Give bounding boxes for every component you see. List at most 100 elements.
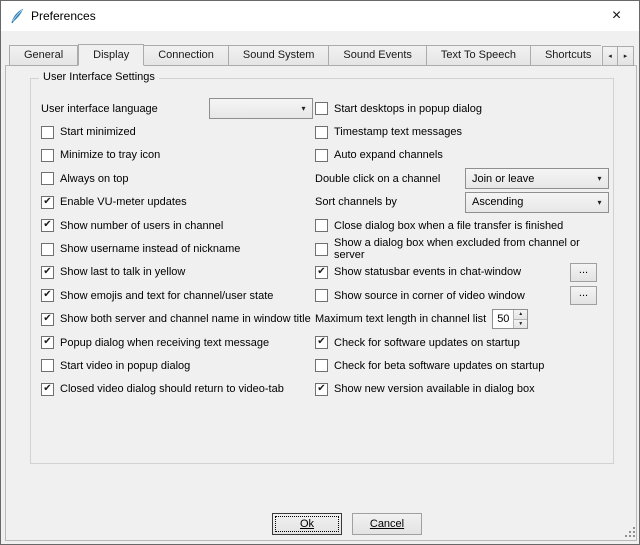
spinner-buttons: ▲ ▼ xyxy=(513,310,527,328)
checkbox-desktops-popup[interactable]: ✔ Start desktops in popup dialog xyxy=(315,97,609,120)
checkbox-statusbar-events[interactable]: ✔ Show statusbar events in chat-window .… xyxy=(315,261,609,284)
checkbox-box[interactable]: ✔ xyxy=(315,149,328,162)
ok-button[interactable]: Ok xyxy=(272,513,342,535)
checkbox-box[interactable]: ✔ xyxy=(315,336,328,349)
check-icon: ✔ xyxy=(43,384,51,394)
checkbox-label: Popup dialog when receiving text message xyxy=(60,337,269,349)
checkbox-last-talk-yellow[interactable]: ✔ Show last to talk in yellow xyxy=(41,261,313,284)
checkbox-show-user-count[interactable]: ✔ Show number of users in channel xyxy=(41,214,313,237)
double-click-select[interactable]: Join or leave ▾ xyxy=(465,168,609,189)
titlebar[interactable]: Preferences × xyxy=(1,1,639,31)
checkbox-server-channel-title[interactable]: ✔ Show both server and channel name in w… xyxy=(41,308,313,331)
spin-up-icon[interactable]: ▲ xyxy=(514,310,527,320)
checkbox-label: Show emojis and text for channel/user st… xyxy=(60,290,273,302)
checkbox-box[interactable]: ✔ xyxy=(315,102,328,115)
checkbox-box[interactable]: ✔ xyxy=(315,359,328,372)
statusbar-events-more-button[interactable]: ... xyxy=(570,263,597,282)
checkbox-start-video-popup[interactable]: ✔ Start video in popup dialog xyxy=(41,354,313,377)
sort-channels-label: Sort channels by xyxy=(315,196,397,208)
checkbox-box[interactable]: ✔ xyxy=(41,266,54,279)
check-icon: ✔ xyxy=(317,384,325,394)
tab-display[interactable]: Display xyxy=(78,44,144,66)
language-select[interactable]: ▾ xyxy=(209,98,313,119)
checkbox-label: Start video in popup dialog xyxy=(60,360,190,372)
tab-panel-display: User Interface Settings User interface l… xyxy=(5,65,637,541)
checkbox-box[interactable]: ✔ xyxy=(41,243,54,256)
checkbox-box[interactable]: ✔ xyxy=(41,289,54,302)
preferences-dialog: Preferences × General Display Connection… xyxy=(0,0,640,545)
checkbox-closed-video-return[interactable]: ✔ Closed video dialog should return to v… xyxy=(41,378,313,401)
check-icon: ✔ xyxy=(43,314,51,324)
checkbox-box[interactable]: ✔ xyxy=(315,266,328,279)
checkbox-box[interactable]: ✔ xyxy=(315,289,328,302)
checkbox-box[interactable]: ✔ xyxy=(41,126,54,139)
language-row: User interface language ▾ xyxy=(41,97,313,120)
checkbox-label: Show number of users in channel xyxy=(60,220,223,232)
tab-scroll-left-icon[interactable]: ◂ xyxy=(602,46,618,66)
right-column: ✔ Start desktops in popup dialog ✔ Times… xyxy=(315,97,609,401)
checkbox-box[interactable]: ✔ xyxy=(41,313,54,326)
checkbox-box[interactable]: ✔ xyxy=(41,149,54,162)
checkbox-beta-updates[interactable]: ✔ Check for beta software updates on sta… xyxy=(315,354,609,377)
spin-down-icon[interactable]: ▼ xyxy=(514,320,527,329)
checkbox-excluded-dialog[interactable]: ✔ Show a dialog box when excluded from c… xyxy=(315,237,609,260)
checkbox-timestamp-messages[interactable]: ✔ Timestamp text messages xyxy=(315,120,609,143)
left-column: User interface language ▾ ✔ Start minimi… xyxy=(41,97,313,401)
checkbox-box[interactable]: ✔ xyxy=(41,383,54,396)
checkbox-vu-meter-updates[interactable]: ✔ Enable VU-meter updates xyxy=(41,191,313,214)
checkbox-box[interactable]: ✔ xyxy=(41,336,54,349)
checkbox-box[interactable]: ✔ xyxy=(41,359,54,372)
max-text-length-label: Maximum text length in channel list xyxy=(315,313,486,325)
checkbox-box[interactable]: ✔ xyxy=(41,196,54,209)
tab-sound-events[interactable]: Sound Events xyxy=(329,45,427,66)
checkbox-start-minimized[interactable]: ✔ Start minimized xyxy=(41,120,313,143)
checkbox-box[interactable]: ✔ xyxy=(315,126,328,139)
tab-text-to-speech[interactable]: Text To Speech xyxy=(427,45,531,66)
sort-channels-select[interactable]: Ascending ▾ xyxy=(465,192,609,213)
checkbox-box[interactable]: ✔ xyxy=(41,219,54,232)
checkbox-popup-text-message[interactable]: ✔ Popup dialog when receiving text messa… xyxy=(41,331,313,354)
tab-general[interactable]: General xyxy=(9,45,78,66)
tab-connection[interactable]: Connection xyxy=(144,45,229,66)
checkbox-close-file-transfer[interactable]: ✔ Close dialog box when a file transfer … xyxy=(315,214,609,237)
checkbox-new-version-dialog[interactable]: ✔ Show new version available in dialog b… xyxy=(315,378,609,401)
double-click-label: Double click on a channel xyxy=(315,173,440,185)
app-icon xyxy=(9,8,25,24)
checkbox-software-updates[interactable]: ✔ Check for software updates on startup xyxy=(315,331,609,354)
language-label: User interface language xyxy=(41,103,158,115)
checkbox-label: Always on top xyxy=(60,173,128,185)
checkbox-label: Check for beta software updates on start… xyxy=(334,360,544,372)
checkbox-auto-expand[interactable]: ✔ Auto expand channels xyxy=(315,144,609,167)
double-click-value: Join or leave xyxy=(472,173,534,185)
tab-sound-system[interactable]: Sound System xyxy=(229,45,330,66)
tab-scroll-right-icon[interactable]: ▸ xyxy=(618,46,634,66)
checkbox-show-username[interactable]: ✔ Show username instead of nickname xyxy=(41,237,313,260)
checkbox-label: Close dialog box when a file transfer is… xyxy=(334,220,563,232)
spinner-value: 50 xyxy=(493,310,513,328)
checkbox-box[interactable]: ✔ xyxy=(315,219,328,232)
chevron-down-icon: ▾ xyxy=(591,174,608,183)
checkbox-emojis-text-state[interactable]: ✔ Show emojis and text for channel/user … xyxy=(41,284,313,307)
checkbox-video-source-corner[interactable]: ✔ Show source in corner of video window … xyxy=(315,284,609,307)
checkbox-label: Start desktops in popup dialog xyxy=(334,103,482,115)
cancel-button[interactable]: Cancel xyxy=(352,513,422,535)
tab-scroll-buttons: ◂ ▸ xyxy=(602,46,634,66)
resize-grip[interactable] xyxy=(623,525,636,541)
checkbox-minimize-to-tray[interactable]: ✔ Minimize to tray icon xyxy=(41,144,313,167)
checkbox-label: Show source in corner of video window xyxy=(334,290,525,302)
check-icon: ✔ xyxy=(43,197,51,207)
video-source-more-button[interactable]: ... xyxy=(570,286,597,305)
check-icon: ✔ xyxy=(43,220,51,230)
checkbox-box[interactable]: ✔ xyxy=(315,383,328,396)
checkbox-box[interactable]: ✔ xyxy=(315,243,328,256)
check-icon: ✔ xyxy=(317,337,325,347)
checkbox-label: Enable VU-meter updates xyxy=(60,196,187,208)
tab-shortcuts[interactable]: Shortcuts xyxy=(531,45,601,66)
close-icon[interactable]: × xyxy=(594,1,639,31)
checkbox-always-on-top[interactable]: ✔ Always on top xyxy=(41,167,313,190)
checkbox-box[interactable]: ✔ xyxy=(41,172,54,185)
checkbox-label: Show new version available in dialog box xyxy=(334,383,535,395)
max-text-length-spinner[interactable]: 50 ▲ ▼ xyxy=(492,309,528,329)
user-interface-settings-group: User Interface Settings User interface l… xyxy=(30,78,614,464)
tab-bar: General Display Connection Sound System … xyxy=(9,44,601,66)
